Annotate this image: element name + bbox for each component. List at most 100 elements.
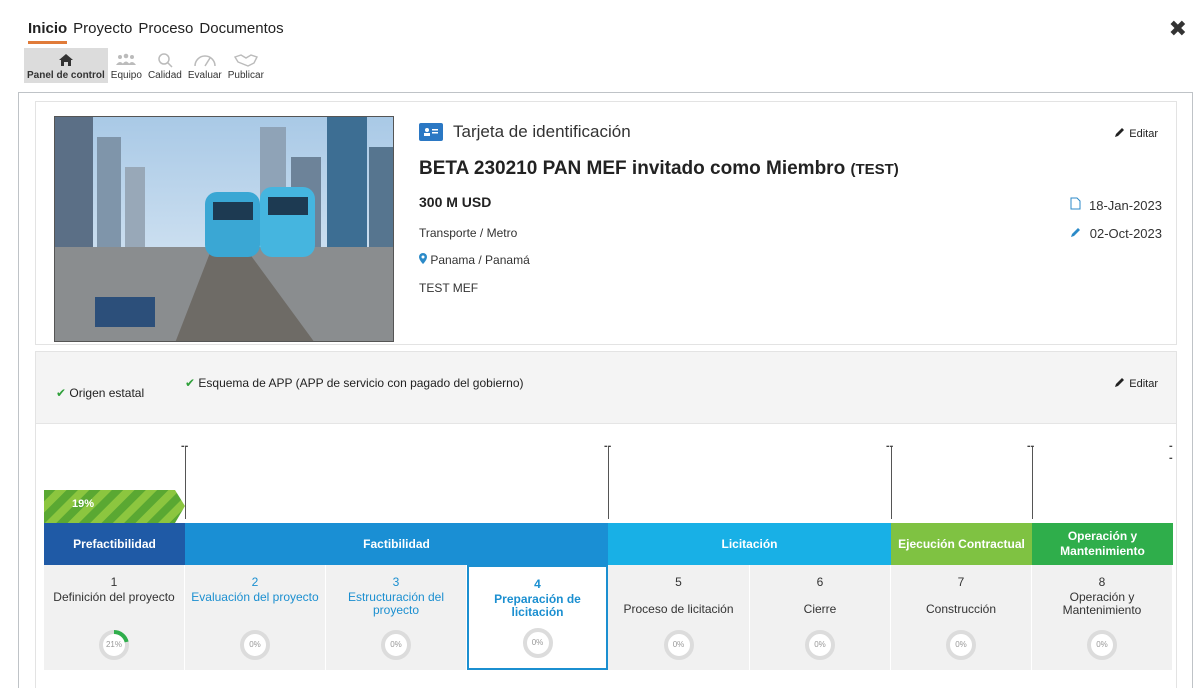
map-pin-icon	[419, 253, 430, 267]
toolbar-label: Panel de control	[27, 70, 105, 81]
project-photo	[54, 116, 394, 342]
edit-label: Editar	[1129, 377, 1158, 390]
stage-number: 7	[957, 575, 965, 589]
origin-status: ✔ Origen estatal	[56, 386, 144, 400]
stage-number: 1	[110, 575, 118, 589]
timeline-dash: --	[1169, 440, 1173, 464]
stage-5[interactable]: 5 Proceso de licitación 0%	[608, 565, 750, 670]
stage-progress-donut: 0%	[662, 628, 696, 662]
check-icon: ✔	[185, 376, 196, 390]
project-location: Panama / Panamá	[419, 253, 530, 267]
origin-text: Origen estatal	[69, 386, 145, 400]
team-icon	[115, 50, 137, 70]
stage-label: Definición del proyecto	[53, 590, 175, 604]
stage-percent: 0%	[390, 640, 402, 649]
id-card-icon	[419, 123, 443, 141]
stage-percent: 0%	[955, 640, 967, 649]
identification-card: Tarjeta de identificación Editar BETA 23…	[35, 101, 1177, 345]
tab-proyecto[interactable]: Proyecto	[73, 20, 132, 44]
stage-number: 8	[1098, 575, 1106, 589]
stage-7[interactable]: 7 Construcción 0%	[891, 565, 1032, 670]
overall-progress: 19%	[72, 498, 95, 510]
created-date: 18-Jan-2023	[1070, 197, 1162, 213]
pencil-icon	[1070, 226, 1082, 241]
stage-label: Evaluación del proyecto	[191, 590, 319, 604]
toolbar-equipo[interactable]: Equipo	[108, 48, 145, 83]
stage-progress-donut: 0%	[1085, 628, 1119, 662]
project-title-tag: (TEST)	[850, 161, 899, 178]
card-edit-button[interactable]: Editar	[1114, 126, 1158, 141]
card-header-title: Tarjeta de identificación	[453, 122, 631, 141]
created-date-text: 18-Jan-2023	[1089, 197, 1162, 213]
phase-factibilidad: Factibilidad	[185, 523, 608, 565]
toolbar-panel-de-control[interactable]: Panel de control	[24, 48, 108, 83]
stage-label: Operación y Mantenimiento	[1062, 590, 1142, 617]
scheme-bar: ✔ Origen estatal ✔ Esquema de APP (APP d…	[36, 352, 1176, 424]
progress-flag	[44, 490, 185, 523]
timeline-marker	[608, 447, 609, 519]
tab-documentos[interactable]: Documentos	[199, 20, 283, 44]
timeline-marker	[1032, 447, 1033, 519]
timeline-dash: --	[886, 440, 894, 452]
stage-progress-donut: 21%	[97, 628, 131, 662]
app-scheme-status: ✔ Esquema de APP (APP de servicio con pa…	[185, 374, 525, 392]
stage-progress-donut: 0%	[944, 628, 978, 662]
toolbar-publicar[interactable]: Publicar	[225, 48, 267, 83]
timeline-marker	[891, 447, 892, 519]
pencil-icon	[1114, 126, 1126, 141]
app-scheme-text: Esquema de APP (APP de servicio con paga…	[198, 376, 524, 390]
tab-inicio[interactable]: Inicio	[28, 20, 68, 44]
main-panel: Tarjeta de identificación Editar BETA 23…	[18, 92, 1193, 688]
home-icon	[58, 50, 74, 70]
phase-licitacion: Licitación	[608, 523, 891, 565]
magnifier-icon	[157, 50, 173, 70]
location-text: Panama / Panamá	[430, 253, 530, 267]
timeline-dash: --	[1027, 440, 1035, 452]
stage-number: 2	[251, 575, 259, 589]
close-icon[interactable]: ✖	[1169, 16, 1187, 42]
project-sector: Transporte / Metro	[419, 226, 518, 240]
phase-operacion: Operación y Mantenimiento	[1032, 523, 1173, 565]
stage-percent: 0%	[672, 640, 685, 649]
phase-prefactibilidad: Prefactibilidad	[44, 523, 185, 565]
toolbar-label: Evaluar	[187, 70, 222, 81]
toolbar-label: Calidad	[147, 70, 182, 81]
stage-number: 6	[816, 575, 824, 589]
project-owner: TEST MEF	[419, 281, 479, 295]
stage-number: 3	[392, 575, 400, 589]
toolbar-label: Equipo	[110, 70, 142, 81]
project-amount: 300 M USD	[419, 194, 492, 210]
tab-proceso[interactable]: Proceso	[138, 20, 193, 44]
timeline-marker	[185, 447, 186, 519]
stage-label: Cierre	[803, 602, 837, 616]
modified-date: 02-Oct-2023	[1070, 226, 1162, 241]
card-header: Tarjeta de identificación	[419, 122, 631, 142]
modified-date-text: 02-Oct-2023	[1089, 226, 1162, 241]
stage-2[interactable]: 2 Evaluación del proyecto 0%	[185, 565, 326, 670]
stage-percent: 21%	[105, 640, 122, 649]
phase-ejecucion: Ejecución Contractual	[891, 523, 1032, 565]
toolbar-evaluar[interactable]: Evaluar	[185, 48, 225, 83]
stage-1[interactable]: 1 Definición del proyecto 21%	[44, 565, 185, 670]
stage-label: Estructuración del proyecto	[347, 590, 445, 617]
stage-4[interactable]: 4 Preparación de licitación 0%	[467, 565, 608, 670]
edit-label: Editar	[1129, 127, 1158, 140]
stage-progress-donut: 0%	[521, 626, 555, 660]
stage-label: Preparación de licitación	[494, 592, 581, 619]
stage-number: 4	[534, 577, 541, 591]
dashboard-toolbar: Panel de control Equipo Calidad Evaluar …	[24, 48, 267, 83]
scheme-section: ✔ Origen estatal ✔ Esquema de APP (APP d…	[35, 351, 1177, 688]
pencil-icon	[1114, 376, 1126, 391]
stage-6[interactable]: 6 Cierre 0%	[750, 565, 891, 670]
stage-3[interactable]: 3 Estructuración del proyecto 0%	[326, 565, 467, 670]
stage-percent: 0%	[1096, 640, 1108, 649]
toolbar-calidad[interactable]: Calidad	[145, 48, 185, 83]
stage-percent: 0%	[249, 640, 261, 649]
project-title-text: BETA 230210 PAN MEF invitado como Miembr…	[419, 158, 846, 179]
stage-progress-donut: 0%	[238, 628, 272, 662]
toolbar-label: Publicar	[227, 70, 264, 81]
document-icon	[1070, 197, 1081, 213]
scheme-edit-button[interactable]: Editar	[1114, 376, 1158, 391]
stage-8[interactable]: 8 Operación y Mantenimiento 0%	[1032, 565, 1173, 670]
stage-label: Proceso de licitación	[623, 602, 734, 616]
